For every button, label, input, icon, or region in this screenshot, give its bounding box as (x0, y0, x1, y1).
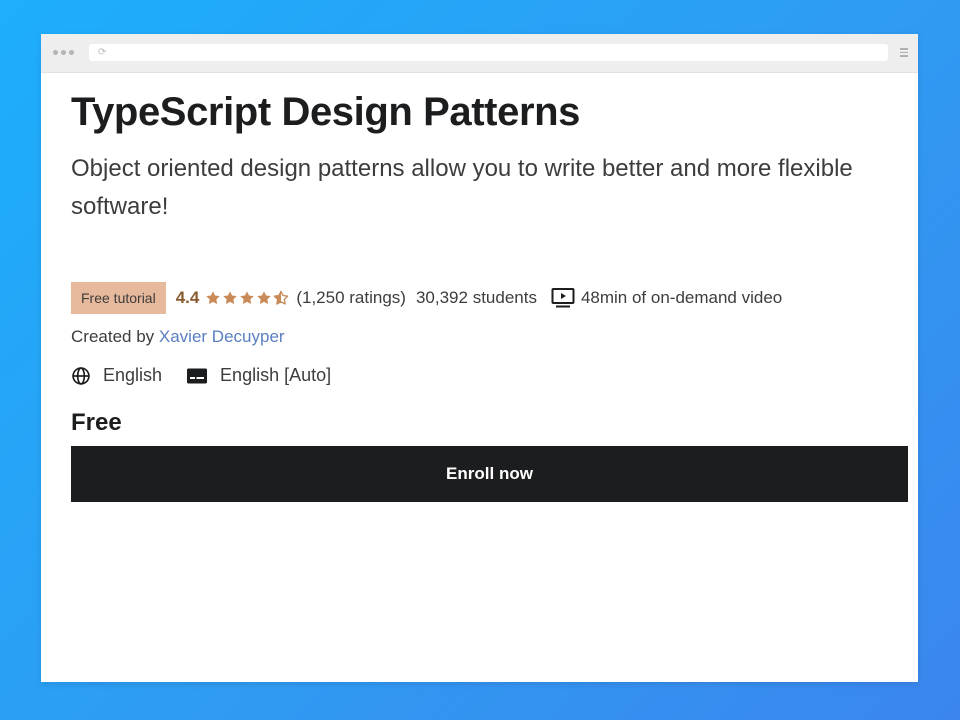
rating-value: 4.4 (175, 288, 200, 307)
video-icon (551, 288, 575, 308)
star-icon (240, 291, 255, 305)
course-subtitle: Object oriented design patterns allow yo… (71, 155, 853, 220)
globe-icon (72, 366, 90, 385)
star-icon (223, 291, 238, 305)
captions-label: English [Auto] (220, 365, 332, 385)
created-by: Created by Xavier Decuyper (71, 327, 285, 347)
created-by-label: Created by (71, 327, 159, 346)
reload-icon[interactable]: ⟳ (98, 47, 106, 58)
ratings-count[interactable]: (1,250 ratings) (296, 288, 406, 308)
star-icon (206, 291, 221, 305)
language-info: English English [Auto] (71, 365, 355, 386)
enroll-button[interactable]: Enroll now (71, 446, 908, 502)
instructor-link[interactable]: Xavier Decuyper (159, 327, 285, 346)
free-tutorial-badge: Free tutorial (71, 282, 166, 314)
course-title: TypeScript Design Patterns (71, 90, 580, 134)
window-dot (53, 50, 58, 55)
star-icon (257, 291, 272, 305)
window-controls[interactable] (53, 50, 74, 55)
language: English (71, 365, 162, 386)
address-bar[interactable]: ⟳ (89, 44, 888, 61)
course-price: Free (71, 409, 122, 436)
captions: English [Auto] (186, 365, 331, 386)
language-label: English (103, 365, 163, 385)
rating-stars (205, 290, 290, 306)
window-dot (69, 50, 74, 55)
window-dot (61, 50, 66, 55)
browser-toolbar: ⟳ (41, 34, 918, 73)
hamburger-menu-icon[interactable] (900, 48, 908, 58)
star-half-icon (274, 290, 289, 305)
browser-window: ⟳ TypeScript Design Patterns Object orie… (41, 34, 918, 682)
closed-captions-icon (187, 368, 208, 383)
course-meta: Free tutorial 4.4 (1,250 ratings) 30,392… (71, 282, 782, 314)
student-count: 30,392 students (415, 288, 537, 307)
video-length: 48min of on-demand video (580, 288, 783, 307)
